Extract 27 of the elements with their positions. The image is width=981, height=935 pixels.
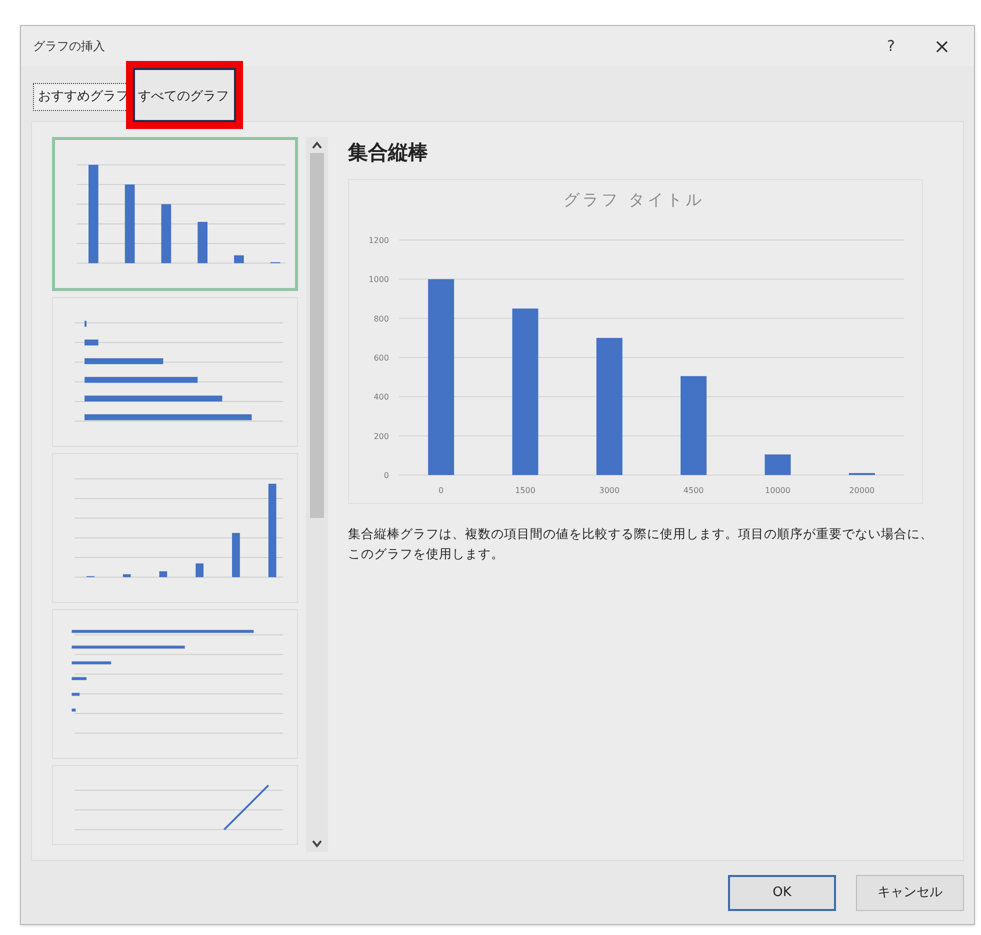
scrollbar[interactable] [306, 137, 328, 852]
y-axis-label: 1200 [368, 236, 389, 245]
y-axis-label: 1000 [368, 275, 389, 284]
chart-description: 集合縦棒グラフは、複数の項目間の値を比較する際に使用します。項目の順序が重要でない場合に、このグラフを使用します。 [348, 525, 934, 563]
bar [764, 454, 791, 475]
y-axis-label: 200 [374, 432, 389, 441]
scroll-up-icon[interactable] [312, 141, 322, 149]
y-axis-label: 0 [384, 471, 389, 480]
x-axis-label: 3000 [599, 486, 620, 495]
window-title: グラフの挿入 [33, 38, 106, 55]
dialog-button[interactable]: OK [728, 874, 836, 910]
x-axis-label: 0 [438, 486, 444, 495]
x-axis-label: 1500 [515, 486, 536, 495]
x-axis-label: 4500 [683, 486, 704, 495]
y-axis-label: 800 [374, 314, 389, 324]
chart-type-heading: 集合縦棒 [348, 139, 429, 166]
dialog-button[interactable]: キャンセル [856, 874, 964, 910]
y-axis-label: 600 [374, 354, 389, 362]
scroll-down-icon[interactable] [312, 840, 322, 848]
close-button[interactable]: × [922, 31, 962, 61]
help-button[interactable]: ? [876, 34, 906, 58]
scrollbar-thumb[interactable] [310, 153, 324, 518]
tab[interactable]: すべてのグラフ [134, 83, 233, 111]
x-axis-label: 10000 [765, 486, 790, 495]
x-axis-label: 20000 [849, 486, 875, 495]
y-axis-label: 400 [374, 392, 389, 402]
chart-title: グラフ タイトル [563, 190, 705, 209]
